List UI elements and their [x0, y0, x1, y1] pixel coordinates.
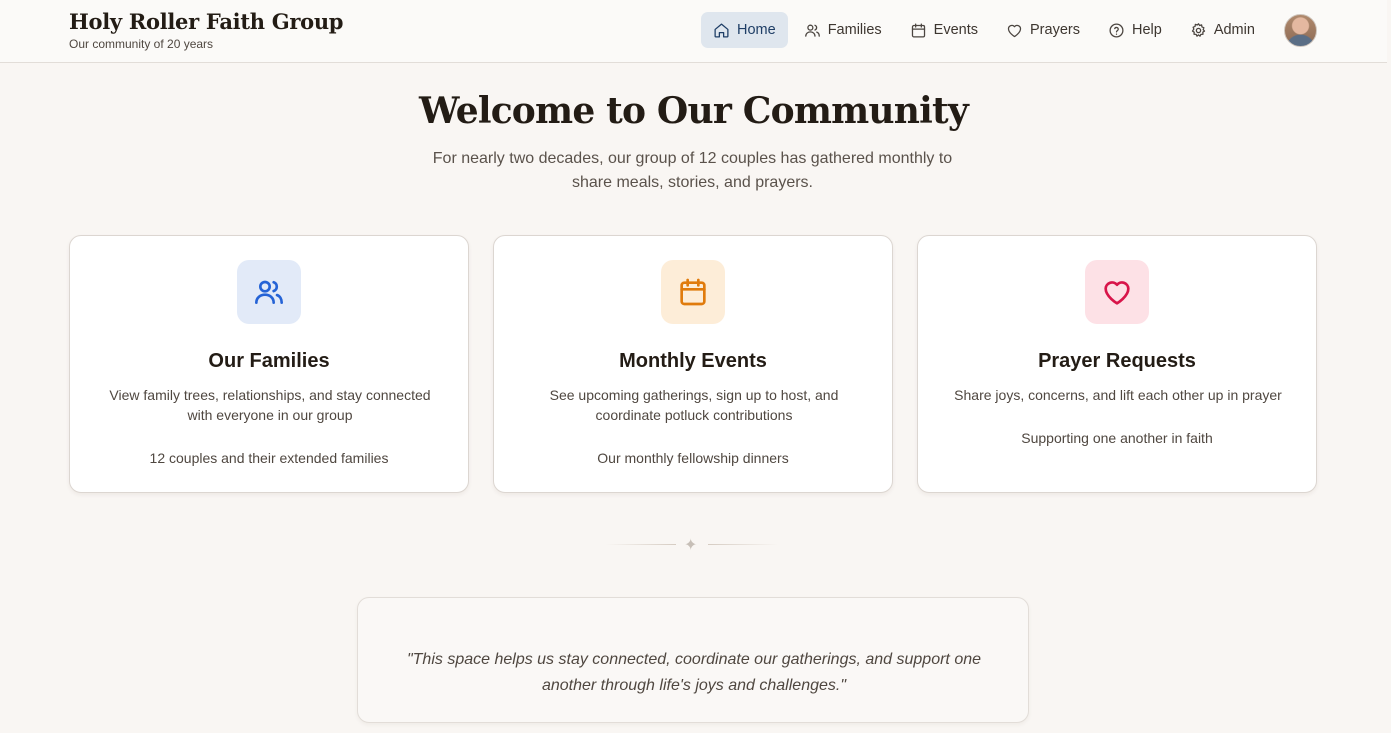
- card-footer: Our monthly fellowship dinners: [597, 450, 789, 466]
- heart-icon: [1104, 281, 1130, 305]
- nav-item-events[interactable]: Events: [898, 12, 990, 48]
- nav-item-label: Help: [1131, 22, 1162, 38]
- divider-line-left: [606, 544, 676, 545]
- nav-item-label: Admin: [1213, 22, 1255, 38]
- sparkle-icon: ✦: [684, 537, 698, 554]
- user-avatar[interactable]: [1284, 14, 1317, 47]
- nav-item-help[interactable]: Help: [1096, 12, 1174, 48]
- brand[interactable]: Holy Roller Faith Group Our community of…: [69, 10, 343, 52]
- nav-item-families[interactable]: Families: [792, 12, 894, 48]
- nav-item-label: Families: [827, 22, 882, 38]
- card-title: Prayer Requests: [1038, 350, 1196, 372]
- nav-item-label: Home: [737, 22, 776, 38]
- page-title: Welcome to Our Community: [419, 90, 969, 132]
- card-footer: Supporting one another in faith: [1021, 430, 1213, 446]
- card-families[interactable]: Our Families View family trees, relation…: [69, 235, 469, 493]
- card-title: Monthly Events: [619, 350, 767, 372]
- card-events[interactable]: Monthly Events See upcoming gatherings, …: [493, 235, 893, 493]
- nav-item-label: Events: [933, 22, 979, 38]
- quote-text: "This space helps us stay connected, coo…: [406, 651, 982, 694]
- top-header: Holy Roller Faith Group Our community of…: [0, 0, 1387, 63]
- brand-subtitle: Our community of 20 years: [69, 37, 214, 51]
- gear-icon: [1191, 22, 1205, 37]
- brand-title[interactable]: Holy Roller Faith Group: [69, 10, 343, 34]
- card-icon-container: [661, 260, 725, 324]
- home-icon: [714, 22, 729, 38]
- card-icon-container: [237, 260, 301, 324]
- card-footer: 12 couples and their extended families: [149, 450, 389, 466]
- testimonial-quote: "This space helps us stay connected, coo…: [357, 597, 1029, 723]
- help-circle-icon: [1109, 22, 1124, 38]
- main-nav: Home Families Events Prayers Help Admin: [701, 12, 1271, 48]
- card-description: See upcoming gatherings, sign up to host…: [549, 387, 839, 423]
- page-subtitle: For nearly two decades, our group of 12 …: [432, 150, 953, 191]
- nav-item-home[interactable]: Home: [701, 12, 788, 48]
- divider-line-right: [708, 544, 778, 545]
- heart-icon: [1007, 24, 1022, 37]
- nav-item-admin[interactable]: Admin: [1178, 12, 1267, 48]
- nav-item-prayers[interactable]: Prayers: [994, 12, 1092, 48]
- users-icon: [804, 24, 820, 37]
- card-description: View family trees, relationships, and st…: [109, 387, 431, 423]
- nav-item-label: Prayers: [1030, 22, 1080, 38]
- card-icon-container: [1085, 260, 1149, 324]
- card-description: Share joys, concerns, and lift each othe…: [954, 387, 1282, 403]
- card-title: Our Families: [208, 350, 330, 372]
- users-icon: [254, 280, 283, 304]
- section-divider: ✦: [606, 536, 778, 554]
- calendar-icon: [911, 22, 925, 38]
- calendar-icon: [680, 278, 706, 306]
- card-prayers[interactable]: Prayer Requests Share joys, concerns, an…: [917, 235, 1317, 493]
